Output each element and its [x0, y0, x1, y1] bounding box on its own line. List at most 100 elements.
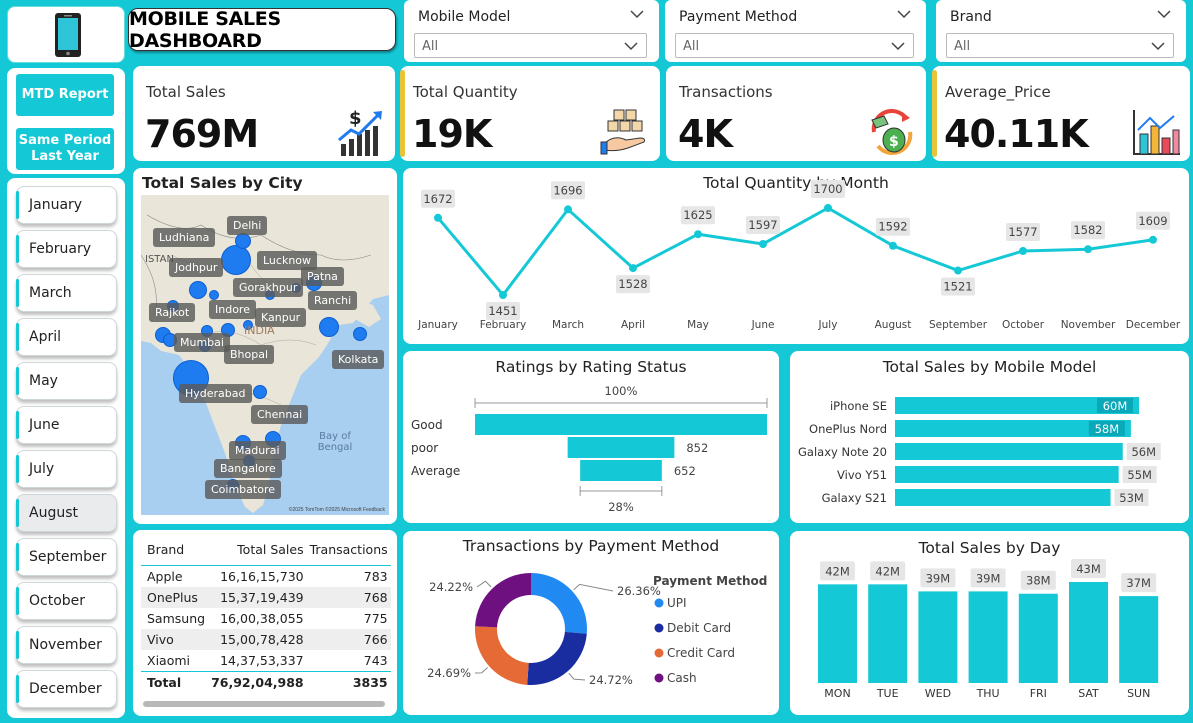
- mobile-phone-icon: [55, 13, 81, 57]
- table-row[interactable]: Samsung 16,00,38,055 775: [141, 608, 391, 629]
- table-total-row: Total 76,92,04,988 3835: [141, 671, 391, 694]
- month-button-september[interactable]: September: [16, 538, 117, 576]
- data-point[interactable]: [629, 264, 637, 273]
- horizontal-scrollbar[interactable]: [143, 701, 385, 707]
- mtd-report-button[interactable]: MTD Report: [16, 74, 114, 116]
- chevron-down-icon[interactable]: [629, 8, 645, 20]
- city-label-hyderabad: Hyderabad: [179, 384, 252, 403]
- data-label-group: 1592: [876, 217, 910, 236]
- month-button-march[interactable]: March: [16, 274, 117, 312]
- legend-item[interactable]: Cash: [667, 671, 697, 685]
- city-label-indore: Indore: [209, 300, 256, 319]
- data-point[interactable]: [1149, 235, 1157, 244]
- donut-slice[interactable]: [475, 573, 531, 628]
- chevron-down-icon[interactable]: [1156, 8, 1172, 20]
- data-point[interactable]: [434, 213, 442, 222]
- month-button-october[interactable]: October: [16, 582, 117, 620]
- slicer-dropdown[interactable]: All: [946, 33, 1174, 58]
- data-point[interactable]: [954, 266, 962, 275]
- city-bubble[interactable]: [189, 281, 207, 299]
- data-point[interactable]: [824, 204, 832, 212]
- data-label: 60M: [1103, 399, 1128, 413]
- bar[interactable]: [918, 591, 958, 683]
- table-row[interactable]: Xiaomi 14,37,53,337 743: [141, 650, 391, 672]
- column-header[interactable]: Total Sales: [208, 538, 307, 566]
- table-row[interactable]: OnePlus 15,37,19,439 768: [141, 587, 391, 608]
- month-button-may[interactable]: May: [16, 362, 117, 400]
- legend-item[interactable]: UPI: [667, 596, 687, 610]
- chevron-down-icon[interactable]: [896, 8, 912, 20]
- table-cell: 16,00,38,055: [220, 611, 304, 626]
- data-point[interactable]: [499, 291, 507, 299]
- data-point[interactable]: [1084, 245, 1092, 254]
- table-cell: Apple: [147, 569, 183, 584]
- annotation-label: 28%: [608, 500, 634, 514]
- bar[interactable]: [1119, 596, 1159, 683]
- city-bubble[interactable]: [353, 327, 367, 341]
- data-label: 1582: [1073, 223, 1102, 237]
- data-point[interactable]: [694, 230, 702, 239]
- month-button-july[interactable]: July: [16, 450, 117, 488]
- column-header[interactable]: Brand: [141, 538, 208, 566]
- month-button-december[interactable]: December: [16, 670, 117, 708]
- x-tick-label: February: [480, 319, 527, 331]
- chevron-down-icon[interactable]: [891, 41, 905, 51]
- month-button-june[interactable]: June: [16, 406, 117, 444]
- city-bubble[interactable]: [235, 233, 251, 249]
- x-tick-label: December: [1126, 319, 1181, 331]
- bar[interactable]: [895, 443, 1123, 460]
- table-row[interactable]: Apple 16,16,15,730 783: [141, 566, 391, 588]
- funnel-bar[interactable]: [580, 460, 662, 481]
- table-cell: 16,16,15,730: [220, 569, 304, 584]
- data-label: 37M: [1126, 576, 1151, 590]
- bar[interactable]: [1018, 593, 1058, 683]
- data-point[interactable]: [889, 241, 897, 250]
- chevron-down-icon[interactable]: [1151, 41, 1165, 51]
- donut-slice[interactable]: [475, 626, 529, 685]
- slicer-dropdown[interactable]: All: [414, 33, 647, 58]
- x-tick-label: May: [687, 319, 709, 331]
- leader-line: [476, 580, 492, 588]
- funnel-bar[interactable]: [475, 414, 767, 435]
- same-period-last-year-button[interactable]: Same Period Last Year: [16, 128, 114, 170]
- india-map[interactable]: Delhi Ludhiana Lucknow Jodhpur Patna Gorakhpu…: [141, 195, 389, 515]
- bar[interactable]: [895, 489, 1111, 506]
- funnel-bar[interactable]: [567, 437, 675, 458]
- x-tick-label: January: [417, 319, 458, 331]
- kpi-value: 19K: [412, 112, 492, 156]
- city-bubble[interactable]: [209, 290, 219, 300]
- slicer-brand[interactable]: Brand All: [936, 0, 1186, 62]
- donut-slice[interactable]: [531, 573, 587, 634]
- city-bubble[interactable]: [319, 317, 339, 337]
- legend-item[interactable]: Credit Card: [667, 646, 735, 660]
- data-label: 1609: [1138, 214, 1167, 228]
- month-button-january[interactable]: January: [16, 186, 117, 224]
- bar[interactable]: [1069, 582, 1108, 683]
- month-button-november[interactable]: November: [16, 626, 117, 664]
- table-cell: 783: [363, 569, 388, 584]
- data-point[interactable]: [759, 239, 767, 248]
- data-label: 1625: [683, 208, 712, 222]
- column-header[interactable]: Transactions: [307, 538, 391, 566]
- city-bubble[interactable]: [253, 385, 267, 399]
- legend-item[interactable]: Debit Card: [667, 621, 731, 635]
- bar[interactable]: [818, 584, 857, 683]
- table-row[interactable]: Vivo 15,00,78,428 766: [141, 629, 391, 650]
- bar[interactable]: [895, 466, 1119, 483]
- chevron-down-icon[interactable]: [624, 41, 638, 51]
- month-button-february[interactable]: February: [16, 230, 117, 268]
- data-point[interactable]: [1019, 246, 1027, 255]
- month-button-august[interactable]: August: [16, 494, 117, 532]
- slicer-dropdown[interactable]: All: [675, 33, 914, 58]
- bar[interactable]: [868, 584, 908, 683]
- bar[interactable]: [968, 591, 1008, 683]
- month-button-april[interactable]: April: [16, 318, 117, 356]
- x-tick-label: SAT: [1078, 687, 1099, 700]
- data-point[interactable]: [564, 205, 572, 214]
- slicer-payment-method[interactable]: Payment Method All: [665, 0, 926, 62]
- donut-slice[interactable]: [527, 631, 587, 685]
- kpi-label: Total Sales: [146, 83, 226, 101]
- slicer-mobile-model[interactable]: Mobile Model All: [404, 0, 659, 62]
- city-bubble[interactable]: [221, 245, 251, 275]
- category-label: Galaxy Note 20: [798, 445, 887, 459]
